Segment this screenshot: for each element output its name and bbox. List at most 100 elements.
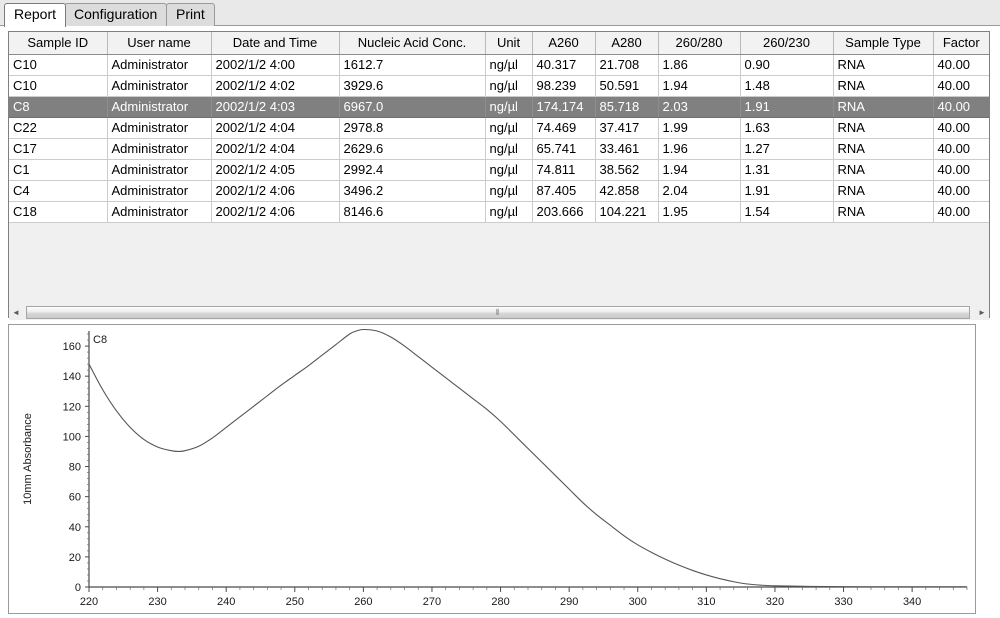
table-cell: 104.221 [595,201,659,223]
column-header-date-and-time[interactable]: Date and Time [211,32,340,55]
table-cell: 50.591 [595,75,659,97]
column-header-sample-id[interactable]: Sample ID [9,32,108,55]
y-axis-tick-label: 40 [69,522,81,534]
table-cell: 2002/1/2 4:03 [211,96,340,118]
table-cell: 33.461 [595,138,659,160]
table-cell: 3496.2 [339,180,486,202]
table-cell: 1.48 [740,75,834,97]
table-cell: 74.811 [532,159,596,181]
table-row[interactable]: C10 Administrator 2002/1/2 4:02 3929.6 ng/µl… [9,75,989,97]
table-cell: ng/µl [485,96,533,118]
table-cell: ng/µl [485,75,533,97]
tab-bar: Report Configuration Print [0,0,1000,27]
table-cell: 38.562 [595,159,659,181]
tab-print[interactable]: Print [166,3,215,26]
scrollbar-thumb[interactable]: ⦀ [26,306,970,319]
table-cell: C17 [9,138,108,160]
table-cell: 1.94 [658,159,741,181]
scroll-left-arrow-icon[interactable]: ◄ [9,305,23,320]
spectrum-chart: 0 20 40 60 80 100 120 140 160 220 230 240 250 260 270 2… [22,328,968,608]
column-header-user-name[interactable]: User name [107,32,212,55]
column-header-260-280[interactable]: 260/280 [658,32,741,55]
table-cell: C4 [9,180,108,202]
table-cell: RNA [833,180,934,202]
table-cell: 74.469 [532,117,596,139]
table-body: C10 Administrator 2002/1/2 4:00 1612.7 ng/µl… [9,54,989,223]
table-cell: C8 [9,96,108,118]
table-cell: RNA [833,117,934,139]
table-cell: 87.405 [532,180,596,202]
column-header-nucleic-acid-conc[interactable]: Nucleic Acid Conc. [339,32,486,55]
table-row[interactable]: C1 Administrator 2002/1/2 4:05 2992.4 ng/µl 7… [9,159,989,181]
table-cell: 3929.6 [339,75,486,97]
table-row[interactable]: C4 Administrator 2002/1/2 4:06 3496.2 ng/µl 8… [9,180,989,202]
report-table-panel[interactable]: Sample ID User name Date and Time Nuclei… [8,31,990,318]
x-axis-tick-label: 320 [766,596,784,608]
scroll-right-arrow-icon[interactable]: ► [975,305,989,320]
table-cell: 1.96 [658,138,741,160]
table-cell: 40.317 [532,54,596,76]
y-axis-tick-label: 140 [63,371,81,383]
table-cell: RNA [833,54,934,76]
table-cell: RNA [833,201,934,223]
table-cell: ng/µl [485,117,533,139]
column-header-factor[interactable]: Factor [933,32,989,55]
table-cell: 2002/1/2 4:06 [211,201,340,223]
table-cell: Administrator [107,159,212,181]
table-cell: Administrator [107,180,212,202]
tab-report[interactable]: Report [4,3,67,27]
table-cell: RNA [833,138,934,160]
column-header-a280[interactable]: A280 [595,32,659,55]
table-cell: Administrator [107,138,212,160]
table-cell: 2978.8 [339,117,486,139]
y-axis-tick-label: 160 [63,341,81,353]
tab-print-label: Print [176,6,205,22]
tab-configuration-label: Configuration [74,6,158,22]
tab-configuration[interactable]: Configuration [64,3,168,26]
table-cell: RNA [833,75,934,97]
table-cell: 1612.7 [339,54,486,76]
table-cell: Administrator [107,96,212,118]
table-cell: C1 [9,159,108,181]
column-header-unit[interactable]: Unit [485,32,533,55]
table-cell: 2002/1/2 4:02 [211,75,340,97]
series-label: C8 [93,334,107,346]
table-cell: 8146.6 [339,201,486,223]
x-axis-tick-label: 260 [354,596,372,608]
table-cell: C18 [9,201,108,223]
y-axis-title: 10mm Absorbance [22,413,34,505]
table-row[interactable]: C17 Administrator 2002/1/2 4:04 2629.6 ng/µl… [9,138,989,160]
table-cell: 2002/1/2 4:06 [211,180,340,202]
table-cell: RNA [833,159,934,181]
x-axis-tick-label: 290 [560,596,578,608]
table-cell: 174.174 [532,96,596,118]
table-cell: 40.00 [933,117,989,139]
table-cell: C22 [9,117,108,139]
table-row[interactable]: C10 Administrator 2002/1/2 4:00 1612.7 ng/µl… [9,54,989,76]
table-cell: 2002/1/2 4:05 [211,159,340,181]
column-header-a260[interactable]: A260 [532,32,596,55]
table-cell: 40.00 [933,159,989,181]
column-header-260-230[interactable]: 260/230 [740,32,834,55]
table-cell: 40.00 [933,201,989,223]
x-axis-tick-label: 330 [834,596,852,608]
table-cell: 1.99 [658,117,741,139]
table-cell: 203.666 [532,201,596,223]
spectrum-curve [88,328,967,588]
table-row[interactable]: C8 Administrator 2002/1/2 4:03 6967.0 ng/µl 1… [9,96,989,118]
table-cell: 1.27 [740,138,834,160]
table-cell: ng/µl [485,138,533,160]
table-cell: Administrator [107,75,212,97]
table-cell: 40.00 [933,75,989,97]
table-cell: 6967.0 [339,96,486,118]
table-row[interactable]: C18 Administrator 2002/1/2 4:06 8146.6 ng/µl… [9,201,989,223]
column-header-sample-type[interactable]: Sample Type [833,32,934,55]
table-header-row: Sample ID User name Date and Time Nuclei… [9,32,989,55]
table-cell: RNA [833,96,934,118]
table-cell: C10 [9,75,108,97]
table-row[interactable]: C22 Administrator 2002/1/2 4:04 2978.8 ng/µl… [9,117,989,139]
y-axis-tick-label: 80 [69,462,81,474]
spectrum-chart-panel[interactable]: 0 20 40 60 80 100 120 140 160 220 230 240 250 260 270 2… [8,324,976,614]
x-axis-tick-label: 240 [217,596,235,608]
table-horizontal-scrollbar[interactable]: ◄ ⦀ ► [9,305,989,320]
